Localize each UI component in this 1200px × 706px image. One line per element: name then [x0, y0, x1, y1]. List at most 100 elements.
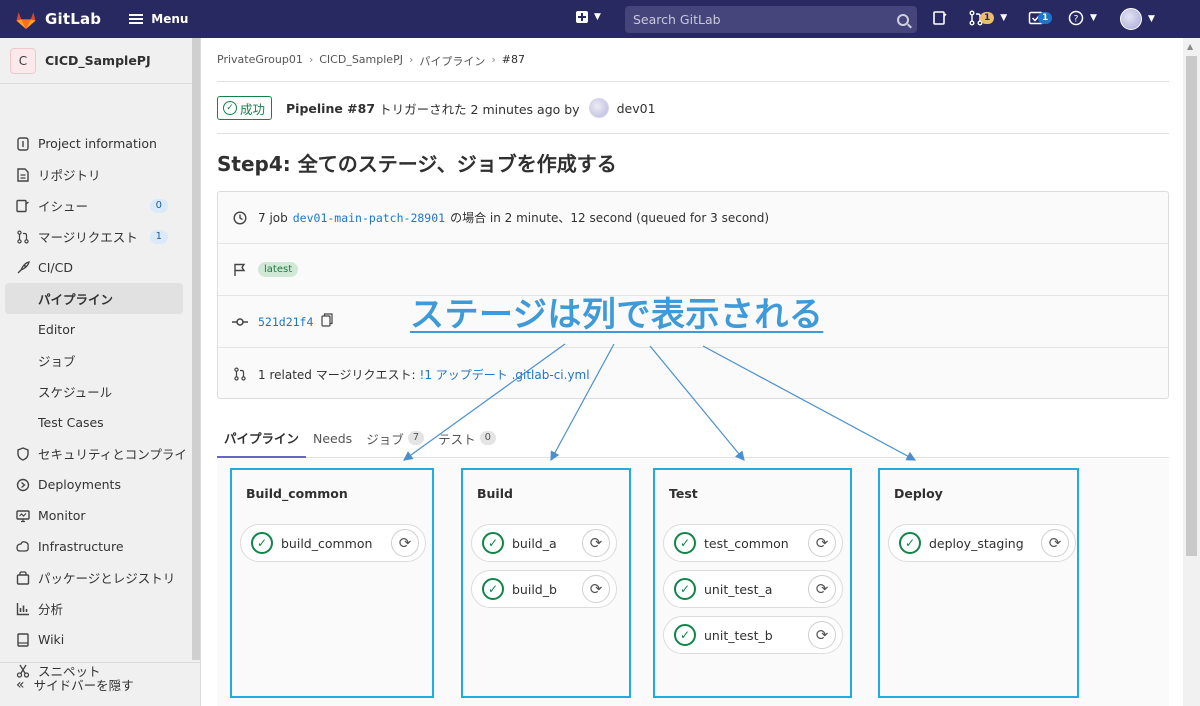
sidebar-item-analytics[interactable]: 分析	[0, 593, 190, 624]
sidebar-item-wiki[interactable]: Wiki	[0, 624, 190, 655]
sidebar-item-infrastructure[interactable]: Infrastructure	[0, 531, 190, 562]
sidebar-scrollbar[interactable]	[192, 38, 200, 660]
sidebar-item-label: Test Cases	[38, 415, 104, 430]
clock-icon	[232, 210, 248, 225]
sidebar-project-header[interactable]: C CICD_SamplePJ	[0, 38, 200, 84]
job-name: unit_test_b	[704, 627, 773, 643]
tab-tests[interactable]: テスト 0	[431, 418, 503, 458]
branch-link[interactable]: dev01-main-patch-28901	[293, 211, 445, 225]
top-navbar: GitLab Menu ▼ 1 ▼ 1 ? ▼ ▼	[0, 0, 1200, 38]
job-pill[interactable]: ✓ test_common ⟳	[663, 524, 843, 562]
job-name: build_b	[512, 581, 557, 597]
user-avatar[interactable]	[588, 98, 609, 118]
retry-icon[interactable]: ⟳	[1041, 529, 1069, 557]
stage-column: Deploy ✓ deploy_staging ⟳	[878, 468, 1079, 698]
retry-icon[interactable]: ⟳	[582, 575, 610, 603]
project-sidebar: C CICD_SamplePJ Project information リポジト…	[0, 38, 201, 706]
tab-needs[interactable]: Needs	[306, 418, 359, 458]
retry-icon[interactable]: ⟳	[808, 575, 836, 603]
issues-count-badge: 0	[149, 198, 168, 213]
package-icon	[16, 570, 30, 585]
merge-request-link[interactable]: !1 アップデート .gitlab-ci.yml	[420, 366, 590, 383]
scroll-up-arrow-icon[interactable]: ▲	[1187, 42, 1193, 51]
user-name[interactable]: dev01	[617, 101, 656, 116]
issues-icon	[16, 199, 30, 213]
status-badge[interactable]: ✓ 成功	[217, 96, 273, 120]
monitor-icon	[16, 509, 30, 523]
sidebar-item-label: リポジトリ	[38, 168, 101, 183]
sidebar-item-cicd[interactable]: CI/CD	[0, 252, 190, 283]
todos-shortcut[interactable]: 1	[1028, 10, 1053, 26]
sidebar-item-test-cases[interactable]: Test Cases	[0, 407, 190, 438]
stage-title: Test	[669, 486, 698, 501]
sidebar-item-issues[interactable]: イシュー 0	[0, 190, 190, 221]
retry-icon[interactable]: ⟳	[808, 621, 836, 649]
new-item-dropdown[interactable]: ▼	[576, 11, 601, 23]
help-dropdown[interactable]: ? ▼	[1068, 10, 1097, 26]
sidebar-item-label: Wiki	[38, 632, 65, 647]
issues-icon	[933, 11, 947, 25]
job-name: build_a	[512, 535, 557, 551]
collapse-sidebar-button[interactable]: « サイドバーを隠す	[0, 662, 201, 706]
retry-icon[interactable]: ⟳	[391, 529, 419, 557]
retry-icon[interactable]: ⟳	[582, 529, 610, 557]
triggered-text: トリガーされた 2 minutes ago by	[379, 101, 580, 117]
job-pill[interactable]: ✓ build_common ⟳	[240, 524, 426, 562]
sidebar-item-packages[interactable]: パッケージとレジストリ	[0, 562, 190, 593]
sidebar-item-label: セキュリティとコンプライ	[38, 447, 187, 462]
user-menu[interactable]: ▼	[1120, 8, 1155, 30]
sidebar-item-project-information[interactable]: Project information	[0, 128, 190, 159]
commit-sha-link[interactable]: 521d21f4	[258, 315, 313, 329]
job-pill[interactable]: ✓ build_a ⟳	[471, 524, 617, 562]
chevron-down-icon: ▼	[1000, 13, 1008, 23]
job-pill[interactable]: ✓ unit_test_b ⟳	[663, 616, 843, 654]
breadcrumb-item[interactable]: CICD_SamplePJ	[319, 53, 403, 69]
tanuki-icon	[16, 12, 36, 29]
scrollbar-thumb[interactable]	[1186, 56, 1197, 556]
check-circle-icon: ✓	[674, 624, 696, 646]
sidebar-item-label: Monitor	[38, 508, 86, 523]
merge-request-icon	[232, 367, 248, 381]
sidebar-item-editor[interactable]: Editor	[0, 314, 190, 345]
stage-column: Test ✓ test_common ⟳ ✓ unit_test_a ⟳ ✓ u…	[653, 468, 852, 698]
menu-button[interactable]: Menu	[129, 12, 188, 26]
job-pill[interactable]: ✓ build_b ⟳	[471, 570, 617, 608]
hamburger-icon	[129, 14, 144, 24]
check-circle-icon: ✓	[674, 532, 696, 554]
tab-pipeline[interactable]: パイプライン	[217, 418, 307, 458]
stage-title: Build	[477, 486, 513, 501]
check-circle-icon: ✓	[251, 532, 273, 554]
sidebar-item-monitor[interactable]: Monitor	[0, 500, 190, 531]
sidebar-item-schedules[interactable]: スケジュール	[0, 376, 190, 407]
copy-icon[interactable]	[321, 313, 333, 330]
doc-icon	[16, 167, 30, 182]
brand-name: GitLab	[45, 10, 102, 28]
latest-badge: latest	[258, 262, 299, 277]
search-icon	[897, 13, 909, 26]
breadcrumb-current[interactable]: #87	[502, 53, 525, 69]
job-pill[interactable]: ✓ deploy_staging ⟳	[888, 524, 1076, 562]
sidebar-item-merge-requests[interactable]: マージリクエスト 1	[0, 221, 190, 252]
menu-label: Menu	[151, 12, 189, 26]
gitlab-logo[interactable]: GitLab	[14, 7, 101, 31]
page-scrollbar[interactable]: ▲	[1183, 38, 1200, 706]
search-input[interactable]	[633, 12, 897, 27]
stage-column: Build ✓ build_a ⟳ ✓ build_b ⟳	[461, 468, 631, 698]
user-avatar	[1120, 8, 1142, 30]
sidebar-item-deployments[interactable]: Deployments	[0, 469, 190, 500]
job-pill[interactable]: ✓ unit_test_a ⟳	[663, 570, 843, 608]
sidebar-item-label: パッケージとレジストリ	[38, 571, 176, 586]
breadcrumb-item[interactable]: PrivateGroup01	[217, 53, 303, 69]
breadcrumb-item[interactable]: パイプライン	[419, 53, 485, 69]
retry-icon[interactable]: ⟳	[808, 529, 836, 557]
sidebar-item-security[interactable]: セキュリティとコンプライ	[0, 438, 190, 469]
tab-jobs[interactable]: ジョブ 7	[359, 418, 431, 458]
sidebar-item-jobs[interactable]: ジョブ	[0, 345, 190, 376]
tab-label: パイプライン	[224, 430, 300, 446]
pipeline-tabs: パイプライン Needs ジョブ 7 テスト 0	[217, 418, 1169, 458]
merge-requests-shortcut[interactable]: 1 ▼	[968, 10, 1007, 26]
sidebar-item-repository[interactable]: リポジトリ	[0, 159, 190, 190]
issues-shortcut[interactable]	[932, 10, 948, 26]
sidebar-item-pipelines[interactable]: パイプライン	[5, 283, 183, 314]
check-circle-icon: ✓	[482, 578, 504, 600]
